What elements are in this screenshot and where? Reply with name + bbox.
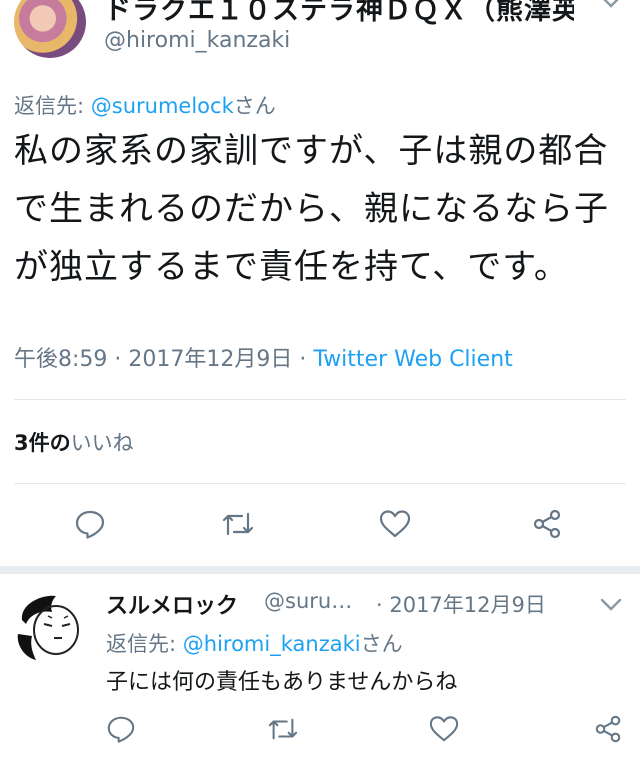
tweet-text: 私の家系の家訓ですが、子は親の都合で生まれるのだから、親になるなら子が独立するま… (14, 131, 609, 287)
tweet-meta: 午後8:59 · 2017年12月9日 · Twitter Web Client (14, 341, 513, 373)
section-separator (0, 566, 640, 574)
reply-to-prefix: 返信先: (106, 632, 183, 656)
chevron-down-icon[interactable] (598, 0, 624, 16)
tweet-time[interactable]: 午後8:59 (14, 347, 107, 372)
chevron-down-icon[interactable] (598, 595, 624, 619)
author-handle[interactable]: @hiromi_kanzaki (104, 28, 290, 53)
share-icon[interactable] (592, 714, 624, 748)
likes-count[interactable]: 3件のいいね (14, 427, 134, 457)
tweet-source[interactable]: Twitter Web Client (313, 347, 512, 372)
divider (14, 399, 626, 400)
author-avatar[interactable] (14, 0, 86, 58)
reply-reply-to-line: 返信先: @hiromi_kanzakiさん (106, 628, 403, 658)
tweet-date[interactable]: 2017年12月9日 (128, 347, 292, 372)
likes-label: いいね (70, 431, 134, 455)
reply-to-link[interactable]: @hiromi_kanzaki (183, 632, 361, 656)
reply-to-line: 返信先: @surumelockさん (14, 90, 276, 120)
reply-to-prefix: 返信先: (14, 94, 91, 118)
reply-to-link[interactable]: @surumelock (91, 94, 234, 118)
reply-icon[interactable] (106, 714, 136, 748)
share-icon[interactable] (530, 508, 564, 544)
likes-number: 3件の (14, 431, 71, 455)
reply-display-name[interactable]: スルメロック (106, 588, 238, 620)
reply-text: 子には何の責任もありませんからね (106, 670, 458, 695)
retweet-icon[interactable] (266, 714, 300, 748)
reply-handle[interactable]: @suru… (264, 589, 352, 613)
retweet-icon[interactable] (220, 508, 256, 544)
reply-to-suffix: さん (233, 94, 276, 118)
heart-icon[interactable] (378, 508, 412, 544)
author-display-name[interactable]: ドラクエ１０ステラ神ＤＱＸ（熊澤英… (104, 0, 574, 27)
reply-icon[interactable] (74, 508, 106, 544)
heart-icon[interactable] (428, 714, 460, 748)
meta-separator: · (299, 347, 314, 372)
reply-date[interactable]: · 2017年12月9日 (376, 589, 546, 619)
reply-to-suffix: さん (360, 632, 403, 656)
divider (14, 483, 626, 484)
reply-author-avatar[interactable] (12, 590, 86, 664)
meta-separator: · (114, 347, 129, 372)
